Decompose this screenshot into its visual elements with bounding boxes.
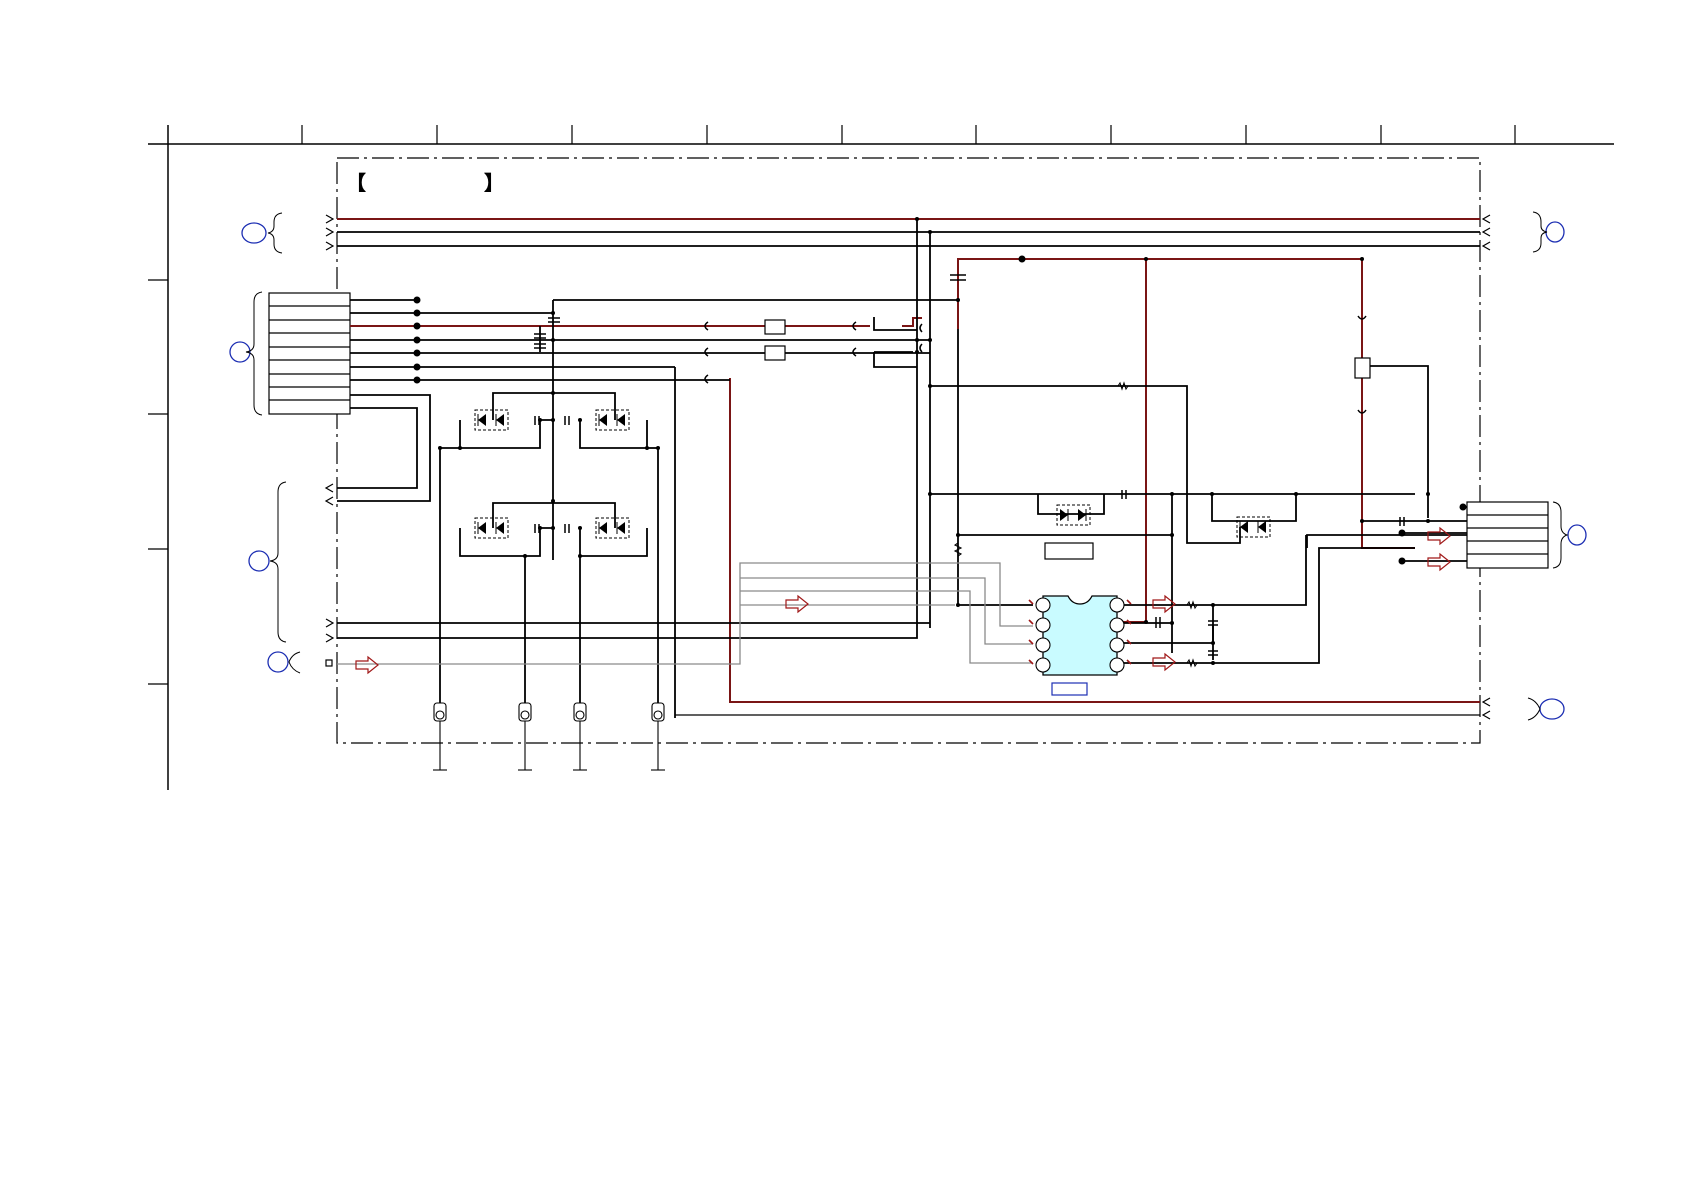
ic-label-box	[1051, 682, 1088, 696]
capacitor	[548, 317, 560, 323]
resistor	[764, 345, 786, 361]
signal-arrow	[1427, 526, 1451, 546]
test-point	[651, 702, 665, 771]
diode-pair	[1056, 504, 1091, 526]
signal-arrow	[1152, 652, 1176, 672]
grey-wires	[337, 562, 1033, 665]
diode-pair	[595, 517, 630, 539]
capacitor	[564, 416, 570, 425]
diode-pair	[474, 409, 509, 431]
capacitor	[704, 374, 709, 384]
brace-connector-right	[1552, 501, 1569, 569]
resistor	[764, 319, 786, 335]
connector-left	[268, 292, 351, 415]
capacitor	[564, 524, 570, 533]
capacitor	[919, 343, 923, 353]
brace-bottom-left	[288, 651, 301, 674]
brace-connector-left	[245, 291, 263, 416]
signal-arrow	[1427, 552, 1451, 572]
brace-mid-left	[269, 481, 287, 643]
brace-top-right	[1532, 211, 1548, 253]
diode-pair	[595, 409, 630, 431]
port-references	[229, 221, 1587, 720]
sheet-title-close: 】	[484, 172, 504, 195]
capacitor	[704, 347, 709, 357]
sheet-frame	[148, 125, 1614, 790]
port-circle-top-right	[1545, 221, 1565, 243]
capacitor	[919, 323, 923, 333]
resistor	[1044, 542, 1094, 560]
resistor	[1354, 357, 1371, 379]
curly-braces	[245, 211, 1569, 721]
signal-wires	[337, 219, 1480, 718]
test-point	[573, 702, 587, 771]
signal-arrow	[785, 594, 809, 614]
test-points	[433, 702, 665, 771]
port-circle-top-left	[241, 222, 267, 244]
ruler-top-ticks	[301, 125, 1516, 144]
brace-bottom-right	[1527, 697, 1541, 721]
junction-dots	[413, 217, 1467, 665]
port-circle-mid-left	[248, 550, 270, 572]
signal-arrow	[355, 655, 379, 675]
diode-pair	[474, 517, 509, 539]
signal-arrows	[355, 526, 1451, 675]
sheet-title-open: 【	[346, 172, 366, 195]
schematic-sheet: 【 】	[148, 125, 1614, 790]
port-circle-connector-right	[1567, 524, 1587, 546]
brace-top-left	[267, 212, 283, 254]
ic-8pin	[1028, 595, 1132, 676]
capacitors	[534, 274, 1405, 656]
diode-pair	[1236, 516, 1271, 538]
offsheet-markers	[324, 214, 1491, 720]
port-circle-bottom-left	[267, 651, 289, 673]
power-wires	[337, 218, 1480, 703]
diode-arrays	[474, 409, 1271, 539]
test-point	[518, 702, 532, 771]
port-circle-bottom-right	[1539, 698, 1565, 720]
test-point	[433, 702, 447, 771]
ruler-left-ticks	[148, 279, 168, 685]
capacitor	[852, 347, 857, 357]
connector-right	[1466, 501, 1549, 569]
